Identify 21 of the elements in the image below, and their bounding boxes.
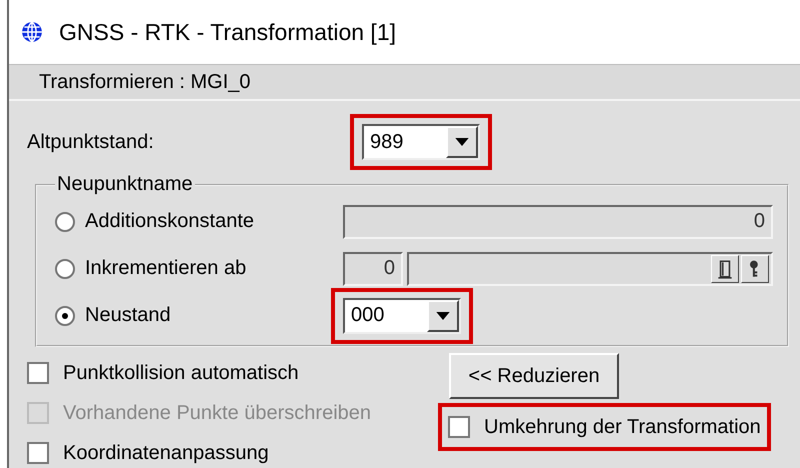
checkbox[interactable] [27,442,49,464]
globe-icon [21,21,43,43]
subtitle: Transformieren : MGI_0 [39,70,251,94]
dropdown-arrow-icon [436,312,450,320]
radio-option[interactable]: Neustand [55,304,343,327]
field-label: Altpunktstand: [27,130,155,154]
checkbox-option[interactable]: Koordinatenanpassung [27,433,447,468]
key-icon[interactable] [741,254,769,282]
window-title: GNSS - RTK - Transformation [1] [59,18,396,46]
checkbox-option[interactable]: Umkehrung der Transformation [448,407,761,447]
dropdown-arrow-icon [455,138,469,146]
door-icon[interactable] [711,254,739,282]
name-field[interactable] [407,252,773,286]
radio-button[interactable] [55,306,75,326]
checkbox[interactable] [27,362,49,384]
checkbox[interactable] [448,416,470,438]
checkbox-option[interactable]: Punktkollision automatisch [27,353,447,393]
reduce-button[interactable]: << Reduzieren [449,353,619,399]
dropdown[interactable]: 989 [362,124,480,160]
group-title: Neupunktname [56,173,194,196]
dropdown[interactable]: 000 [343,298,461,334]
